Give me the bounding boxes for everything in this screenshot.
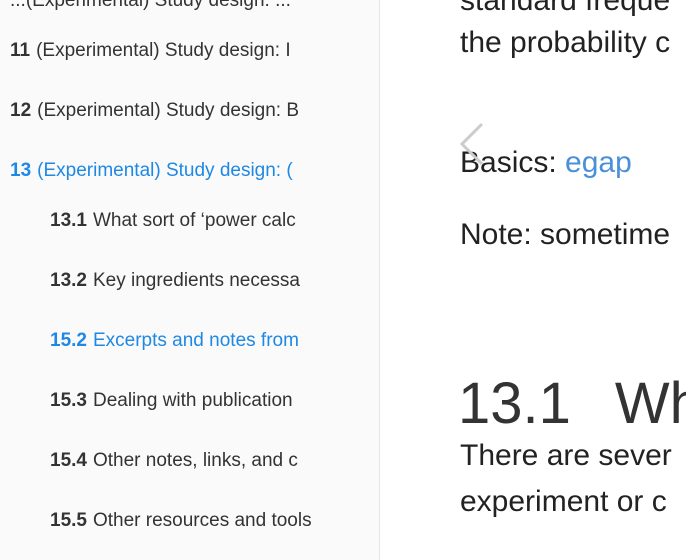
chevron-left-icon[interactable] [456,120,486,168]
toc-item-15-5[interactable]: 15.5 Other resources and tools [50,510,340,532]
chevron-left-icon-svg [459,122,484,166]
toc-item-11[interactable]: 11 (Experimental) Study design: I [10,40,325,62]
toc-item-15-4[interactable]: 15.4 Other notes, links, and c [50,450,340,472]
toc-item-number: 13.1 [50,210,87,231]
toc-item-partial[interactable]: ...(Experimental) Study design: ... [10,0,330,12]
content-line-2: the probability c [460,26,671,59]
section-heading-text: Wh [614,371,686,437]
toc-item-label: (Experimental) Study design: I [36,40,291,61]
toc-item-label: (Experimental) Study design: ( [37,160,293,181]
toc-item-label: What sort of ‘power calc [92,210,296,231]
main-content: standard freque the probability c Basics… [380,0,686,560]
paragraph-line-1: There are sever [460,439,672,472]
paragraph-line-2: experiment or c [460,485,667,518]
toc-item-13[interactable]: 13 (Experimental) Study design: ( [10,160,325,182]
toc-item-15-2[interactable]: 15.2 Excerpts and notes from [50,330,340,352]
toc-item-number: 15.4 [50,450,87,471]
toc-item-label: Dealing with publication [92,390,293,411]
section-heading-number: 13.1 [458,371,571,437]
toc-item-number: 15.3 [50,390,87,411]
toc-item-label: Excerpts and notes from [92,330,299,351]
toc-item-number: 12 [10,100,32,121]
toc-item-number: 11 [10,40,31,61]
toc-item-13-2[interactable]: 13.2 Key ingredients necessa [50,270,340,292]
section-heading: 13.1 Wh [458,370,686,437]
toc-item-number: 13 [10,160,32,181]
note-line: Note: sometime [460,218,671,251]
toc-item-label: Key ingredients necessa [92,270,300,291]
toc-sidebar: ...(Experimental) Study design: ... 11 (E… [0,0,380,560]
toc-item-number: 15.2 [50,330,87,351]
egap-link[interactable]: egap [565,146,632,179]
toc-item-15-3[interactable]: 15.3 Dealing with publication [50,390,340,412]
toc-item-number: 13.2 [50,270,87,291]
toc-item-label: Other resources and tools [92,510,312,531]
toc-item-number: 15.5 [50,510,87,531]
toc-item-13-1[interactable]: 13.1 What sort of ‘power calc [50,210,340,232]
toc-item-12[interactable]: 12 (Experimental) Study design: B [10,100,325,122]
toc-item-label: (Experimental) Study design: B [37,100,300,121]
toc-item-label: Other notes, links, and c [92,450,298,471]
